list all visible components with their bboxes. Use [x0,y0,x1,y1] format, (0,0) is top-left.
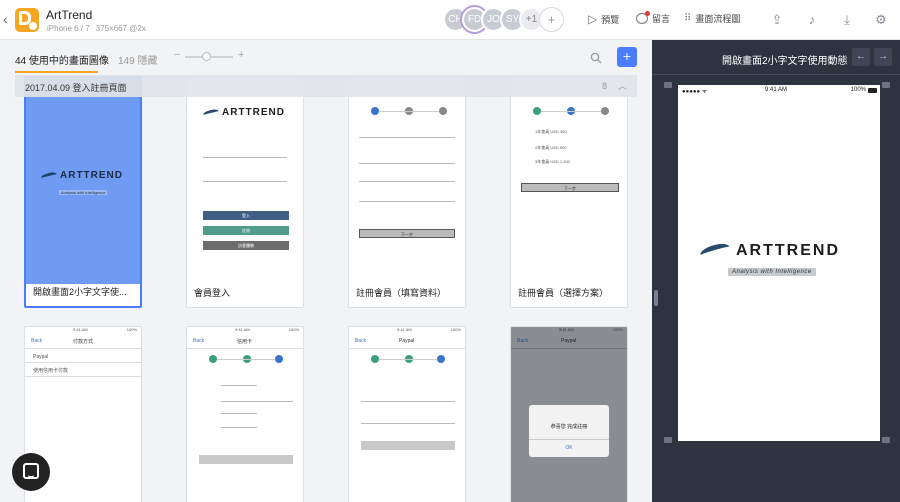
logo: ARTTREND Analysis with Intelligence [698,241,860,278]
preview-panel: 開啟畫面2小字文字使用動態 ← → ●●●●● ᯤ 9:41 AM 100% A… [652,40,900,502]
gear-icon[interactable]: ⚙ [872,11,890,29]
screen-card[interactable]: 9:41 AM 100% Back Paypal [348,326,466,502]
preview-title: 開啟畫面2小字文字使用動態 [722,56,848,67]
screen-thumbnail: ARTTREND 登入 註冊 訪客體驗 [187,77,303,283]
screen-card[interactable]: ARTTREND Analysis with Intelligence 開啟畫面… [24,76,142,308]
zoom-slider-handle[interactable] [202,52,212,61]
zoom-in-button[interactable]: + [238,49,244,61]
share-icon[interactable]: ⇪ [768,11,786,29]
resize-handle[interactable] [882,82,890,88]
flow-label: 畫面流程圖 [695,14,741,24]
screens-toolbar: 44 使用中的畫面圖像 149 隱藏 − + [0,40,652,74]
comment-icon [636,11,650,24]
nav-bar: Back Paypal [349,335,465,349]
resize-handle[interactable] [664,82,672,88]
tagline: Analysis with Intelligence [728,268,816,276]
nav-bar: Back 信用卡 [187,335,303,349]
search-icon[interactable] [590,52,602,64]
screen-caption: 會員登入 [194,288,231,298]
play-icon: ▷ [588,12,598,26]
screen-caption: 註冊會員（選擇方案） [518,288,609,298]
group-header[interactable]: 2017.04.09 登入註冊頁面 8 ︿ [15,75,637,97]
screen-card[interactable]: ARTTREND 登入 註冊 訪客體驗 會員登入 [186,76,304,308]
resize-handle[interactable] [664,437,672,443]
top-bar: ‹ ArtTrend iPhone 6 / 7 375×667 @2x CH FD… [0,0,900,40]
comment-button[interactable]: 留言 [636,11,671,25]
panel-resize-grip[interactable] [654,290,658,306]
device-label: iPhone 6 / 7 [47,24,90,33]
resize-handle[interactable] [882,437,890,443]
back-icon[interactable]: ‹ [3,11,8,27]
nav-bar: Back Paypal [511,335,627,349]
guest-button: 訪客體驗 [203,241,289,250]
register-button: 註冊 [203,226,289,235]
logo: ARTTREND [40,170,123,181]
add-collaborator-button[interactable]: + [539,7,564,32]
chat-icon [23,463,39,479]
screen-caption: 開啟畫面2小字文字使... [33,287,127,297]
screen-thumbnail: ARTTREND Analysis with Intelligence [26,78,140,284]
app-meta: iPhone 6 / 7 375×667 @2x [47,24,146,33]
logo: ARTTREND [202,107,285,118]
bell-icon[interactable]: ♪ [803,11,821,29]
app-icon [15,8,39,32]
nav-bar: Back 付款方式 [25,335,141,349]
app-name: ArtTrend [46,8,93,22]
hidden-screens-tab[interactable]: 149 隱藏 [118,52,157,67]
screen-thumbnail: 下一步 [349,77,465,283]
group-count: 8 [601,81,607,91]
screen-caption: 註冊會員（填寫資料） [356,288,447,298]
tagline: Analysis with Intelligence [59,190,108,195]
login-button: 登入 [203,211,289,220]
comment-label: 留言 [652,14,671,24]
preview-label: 預覽 [601,14,620,25]
group-title: 2017.04.09 登入註冊頁面 [25,83,127,93]
resolution-label: 375×667 @2x [95,24,146,33]
screen-preview: ●●●●● ᯤ 9:41 AM 100% ARTTREND Analysis w… [678,85,880,441]
screen-card[interactable]: 9:41 AM 100% Back Paypal 恭喜您 完成註冊 OK [510,326,628,502]
status-bar: 9:41 AM 100% [559,327,623,332]
download-icon[interactable]: ⤓ [838,11,856,29]
flow-button[interactable]: ⠿ 畫面流程圖 [684,12,740,25]
active-screens-tab[interactable]: 44 使用中的畫面圖像 [15,52,109,67]
status-bar: 9:41 AM 100% [397,327,461,332]
success-dialog: 恭喜您 完成註冊 OK [529,405,609,457]
previous-screen-button[interactable]: ← [852,48,870,66]
zoom-out-button[interactable]: − [174,49,180,61]
next-screen-button[interactable]: → [874,48,892,66]
status-bar: 9:41 AM 100% [73,327,137,332]
screen-card[interactable]: 9:41 AM 100% Back 信用卡 [186,326,304,502]
screen-card[interactable]: 下一步 註冊會員（填寫資料） [348,76,466,308]
screen-thumbnail: 1年會員 USD 300 2年會員 USD 900 3年會員 USD 1,200… [511,77,627,283]
preview-button[interactable]: ▷ 預覽 [588,12,619,26]
flow-icon: ⠿ [684,13,692,24]
screen-card[interactable]: 1年會員 USD 300 2年會員 USD 900 3年會員 USD 1,200… [510,76,628,308]
chevron-up-icon[interactable]: ︿ [618,79,627,92]
active-tab-underline [15,71,98,73]
chat-launcher-button[interactable] [12,453,50,491]
status-bar: 9:41 AM 100% [235,327,299,332]
status-bar: ●●●●● ᯤ 9:41 AM 100% [678,85,880,97]
add-screen-button[interactable]: + [617,47,637,67]
